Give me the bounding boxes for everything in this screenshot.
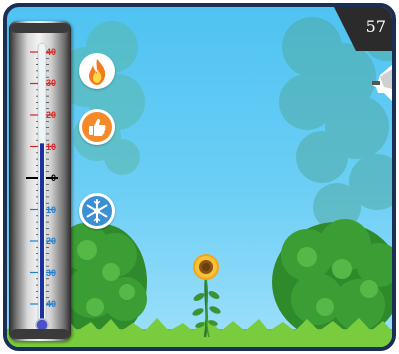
thermo-label-cold-30: 30 <box>45 268 56 278</box>
thermo-label-hot-10: 10 <box>45 142 56 152</box>
mercury-column <box>40 143 44 323</box>
snowflake-icon <box>82 196 112 226</box>
thermo-label-zero: 0 <box>50 173 56 183</box>
thermo-label-cold-10: 10 <box>45 205 56 215</box>
thermometer-cap <box>11 23 69 33</box>
score-value: 57 <box>365 17 386 36</box>
score-panel: 57 <box>334 7 392 51</box>
thermo-label-hot-30: 30 <box>45 78 56 88</box>
flame-icon <box>89 59 106 85</box>
game-viewport: 40 30 20 10 0 10 20 30 40 57 <box>3 3 396 351</box>
thermo-label-hot-20: 20 <box>45 110 56 120</box>
thumbs-up-icon <box>82 112 112 142</box>
hose-nozzle-icon[interactable] <box>370 63 392 103</box>
good-button[interactable] <box>79 109 115 145</box>
thermometer: 40 30 20 10 0 10 20 30 40 <box>9 21 71 341</box>
sunflower <box>192 254 221 338</box>
thermometer-base <box>11 329 69 339</box>
thermometer-scale <box>11 23 69 339</box>
thermo-label-cold-20: 20 <box>45 236 56 246</box>
cold-button[interactable] <box>79 193 115 229</box>
thermo-label-cold-40: 40 <box>45 299 56 309</box>
heat-button[interactable] <box>79 53 115 89</box>
thermo-label-hot-40: 40 <box>45 47 56 57</box>
